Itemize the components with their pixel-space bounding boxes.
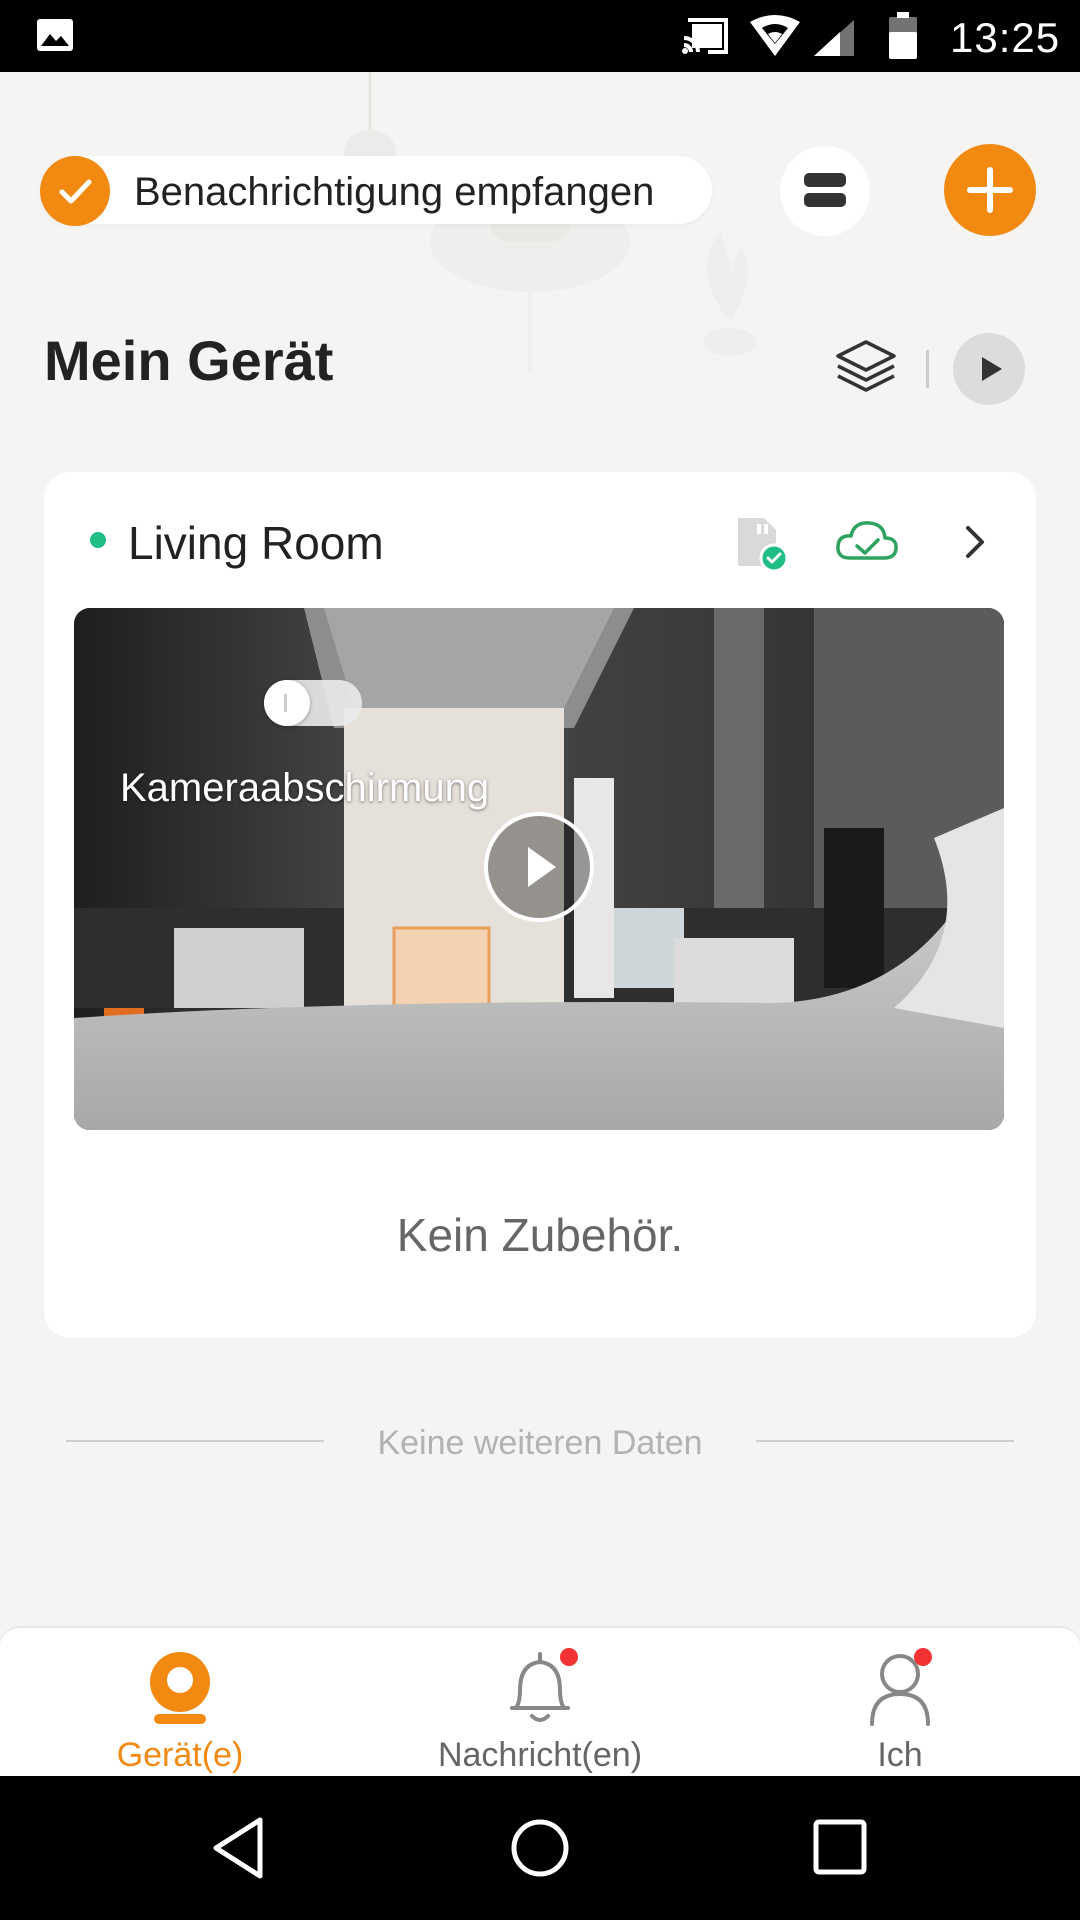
cast-icon	[682, 18, 728, 54]
nav-devices[interactable]: Gerät(e)	[0, 1628, 360, 1778]
play-icon	[528, 847, 556, 887]
back-icon[interactable]	[210, 1816, 270, 1880]
signal-icon	[814, 20, 854, 56]
header-divider	[926, 350, 929, 388]
status-bar: 13:25	[0, 0, 1080, 72]
bottom-nav: Gerät(e) Nachricht(en) Ich	[0, 1626, 1080, 1776]
nav-profile[interactable]: Ich	[720, 1628, 1080, 1778]
notification-toggle[interactable]: Benachrichtigung empfangen	[40, 156, 712, 226]
sd-card-icon[interactable]	[730, 512, 790, 572]
system-nav-bar	[0, 1776, 1080, 1920]
messages-badge	[560, 1648, 578, 1666]
status-time: 13:25	[950, 14, 1061, 61]
gallery-icon	[37, 19, 73, 51]
battery-icon	[889, 12, 917, 59]
device-card[interactable]: Living Room Kameraabschirmung Kein Zubeh…	[44, 472, 1036, 1338]
page-title: Mein Gerät	[44, 329, 334, 392]
recents-icon[interactable]	[812, 1818, 868, 1878]
check-icon	[40, 156, 110, 226]
nav-messages-label: Nachricht(en)	[437, 1736, 643, 1774]
camera-shield-toggle[interactable]	[264, 680, 362, 726]
play-all-button[interactable]	[953, 333, 1025, 405]
cloud-icon[interactable]	[834, 516, 900, 566]
video-play-button[interactable]	[484, 812, 594, 922]
chevron-right-icon[interactable]	[960, 522, 990, 562]
plus-icon	[967, 167, 1013, 213]
list-icon	[804, 173, 846, 207]
play-icon	[982, 357, 1002, 381]
camera-icon	[150, 1652, 210, 1724]
profile-badge	[914, 1648, 932, 1666]
nav-messages[interactable]: Nachricht(en)	[360, 1628, 720, 1778]
home-icon[interactable]	[508, 1816, 572, 1880]
notification-label: Benachrichtigung empfangen	[134, 170, 655, 214]
add-device-button[interactable]	[944, 144, 1036, 236]
online-status-dot	[90, 532, 106, 548]
nav-devices-label: Gerät(e)	[116, 1736, 244, 1774]
toggle-knob	[264, 680, 310, 726]
camera-shield-label: Kameraabschirmung	[120, 766, 490, 810]
device-name: Living Room	[128, 517, 384, 569]
footer-divider-right	[756, 1440, 1014, 1442]
no-more-data-text: Keine weiteren Daten	[377, 1424, 703, 1462]
list-view-button[interactable]	[780, 146, 870, 236]
footer-divider-left	[66, 1440, 324, 1442]
camera-preview[interactable]: Kameraabschirmung	[74, 608, 1004, 1130]
layers-icon[interactable]	[834, 338, 898, 398]
nav-profile-label: Ich	[877, 1736, 923, 1774]
empty-accessory-text: Kein Zubehör.	[396, 1209, 684, 1261]
wifi-icon	[750, 15, 800, 56]
